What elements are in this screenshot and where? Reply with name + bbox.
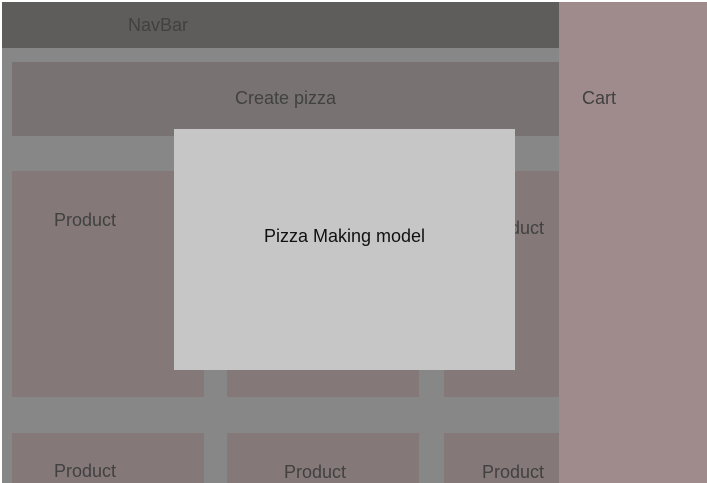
cart-panel[interactable]: Cart [559, 2, 707, 483]
modal-title: Pizza Making model [263, 226, 426, 246]
navbar: NavBar [2, 2, 559, 48]
product-label: Product [54, 461, 117, 481]
pizza-making-modal[interactable]: Pizza Making model [174, 129, 515, 370]
product-card[interactable]: Product [12, 433, 204, 483]
navbar-label: NavBar [128, 15, 189, 35]
create-pizza-label: Create pizza [234, 88, 337, 108]
product-label: Product [284, 462, 347, 482]
product-label: Product [54, 210, 117, 230]
cart-label: Cart [582, 88, 617, 108]
product-card[interactable]: Product [444, 433, 559, 483]
product-card[interactable]: Product [227, 433, 419, 483]
create-pizza-button[interactable]: Create pizza [12, 62, 559, 136]
product-label: Product [482, 462, 545, 482]
